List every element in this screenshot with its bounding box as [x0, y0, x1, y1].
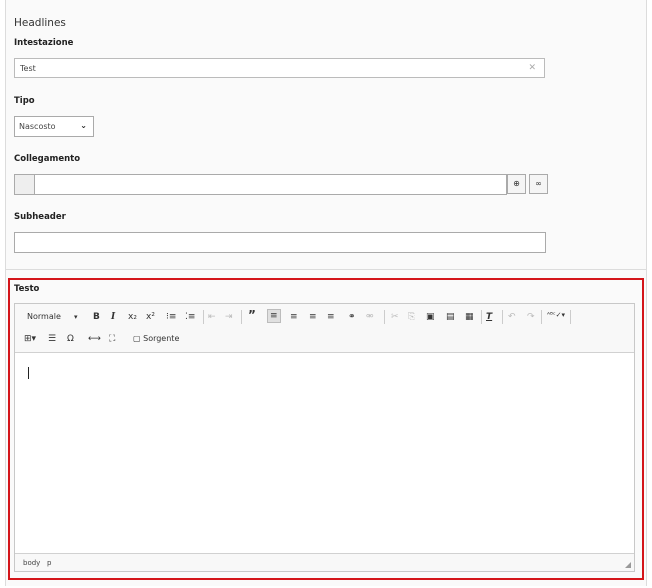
toolbar-separator [203, 310, 204, 324]
table-icon[interactable]: ⊞▾ [24, 333, 36, 345]
soft-hyphen-icon[interactable]: ⟷ [88, 333, 101, 345]
align-center-icon[interactable]: ≡ [290, 311, 298, 323]
header-label: Intestazione [14, 38, 74, 48]
toolbar-separator [541, 310, 542, 324]
paste-text-icon[interactable]: ▤ [446, 311, 455, 323]
toolbar-separator [502, 310, 503, 324]
outdent-icon[interactable]: ⇤ [208, 311, 216, 323]
source-icon: ▢ [133, 334, 141, 343]
resize-handle[interactable] [625, 562, 631, 568]
redo-icon[interactable]: ↷ [527, 311, 535, 323]
paste-word-icon[interactable]: ▦ [465, 311, 474, 323]
link-icon: ∞ [535, 179, 542, 188]
subheader-label: Subheader [14, 212, 66, 222]
maximize-icon[interactable]: ⛶ [109, 333, 115, 345]
text-caret [28, 367, 29, 379]
link-browser-icon: ⊕ [513, 179, 520, 188]
type-select[interactable]: Nascosto ⌄ [14, 116, 94, 137]
link-label: Collegamento [14, 154, 81, 164]
toolbar-separator [384, 310, 385, 324]
paste-icon[interactable]: ▣ [426, 311, 435, 323]
cut-icon[interactable]: ✂ [391, 311, 399, 323]
numbered-list-icon[interactable]: ⁝≡ [166, 311, 176, 323]
link-prefix [15, 175, 35, 194]
format-select-value: Normale [27, 312, 61, 321]
editor-status-bar: body p [15, 553, 634, 571]
align-right-icon[interactable]: ≡ [309, 311, 317, 323]
subscript-icon[interactable]: x₂ [128, 311, 137, 323]
headlines-panel [5, 0, 647, 270]
link-input[interactable] [14, 174, 507, 195]
link-browser-button[interactable]: ⊕ [507, 174, 526, 194]
link-icon[interactable]: ⚭ [348, 311, 356, 323]
header-input-value: Test [20, 64, 36, 73]
source-button[interactable]: ▢ Sorgente [133, 333, 179, 345]
justify-icon[interactable]: ≡ [327, 311, 335, 323]
type-select-value: Nascosto [19, 122, 56, 131]
unlink-icon[interactable]: ⚮ [366, 311, 374, 323]
align-left-icon[interactable]: ≡ [267, 309, 281, 323]
link-button[interactable]: ∞ [529, 174, 548, 194]
indent-icon[interactable]: ⇥ [225, 311, 233, 323]
close-icon[interactable]: ✕ [528, 63, 536, 73]
remove-format-icon[interactable]: T [486, 311, 492, 323]
toolbar-separator [481, 310, 482, 324]
section-title: Headlines [14, 17, 66, 29]
blockquote-icon[interactable]: ” [248, 309, 256, 321]
path-p[interactable]: p [47, 559, 51, 567]
subheader-input[interactable] [14, 232, 546, 253]
bulleted-list-icon[interactable]: ⁚≡ [185, 311, 195, 323]
source-label: Sorgente [143, 334, 180, 343]
superscript-icon[interactable]: x² [146, 311, 155, 323]
rich-text-editor: Normale ▾ B I x₂ x² ⁝≡ ⁚≡ ⇤ ⇥ ” ≡ ≡ ≡ ≡ … [14, 303, 635, 572]
chevron-down-icon: ⌄ [80, 121, 87, 130]
horizontal-line-icon[interactable]: ☰ [48, 333, 56, 345]
text-label: Testo [14, 284, 40, 294]
undo-icon[interactable]: ↶ [508, 311, 516, 323]
toolbar-separator [241, 310, 242, 324]
special-char-icon[interactable]: Ω [67, 333, 74, 345]
copy-icon[interactable]: ⎘ [408, 311, 415, 323]
italic-icon[interactable]: I [111, 311, 115, 323]
format-dropdown-icon[interactable]: ▾ [74, 311, 78, 323]
editor-toolbar: Normale ▾ B I x₂ x² ⁝≡ ⁚≡ ⇤ ⇥ ” ≡ ≡ ≡ ≡ … [15, 304, 634, 353]
editor-content[interactable] [15, 353, 634, 553]
type-label: Tipo [14, 96, 35, 106]
path-body[interactable]: body [23, 559, 40, 567]
spellcheck-icon[interactable]: ᴬᴮᶜ✓▾ [547, 309, 565, 321]
toolbar-separator [570, 310, 571, 324]
header-input[interactable]: Test ✕ [14, 58, 545, 78]
bold-icon[interactable]: B [93, 311, 100, 323]
format-select[interactable]: Normale [27, 311, 61, 323]
